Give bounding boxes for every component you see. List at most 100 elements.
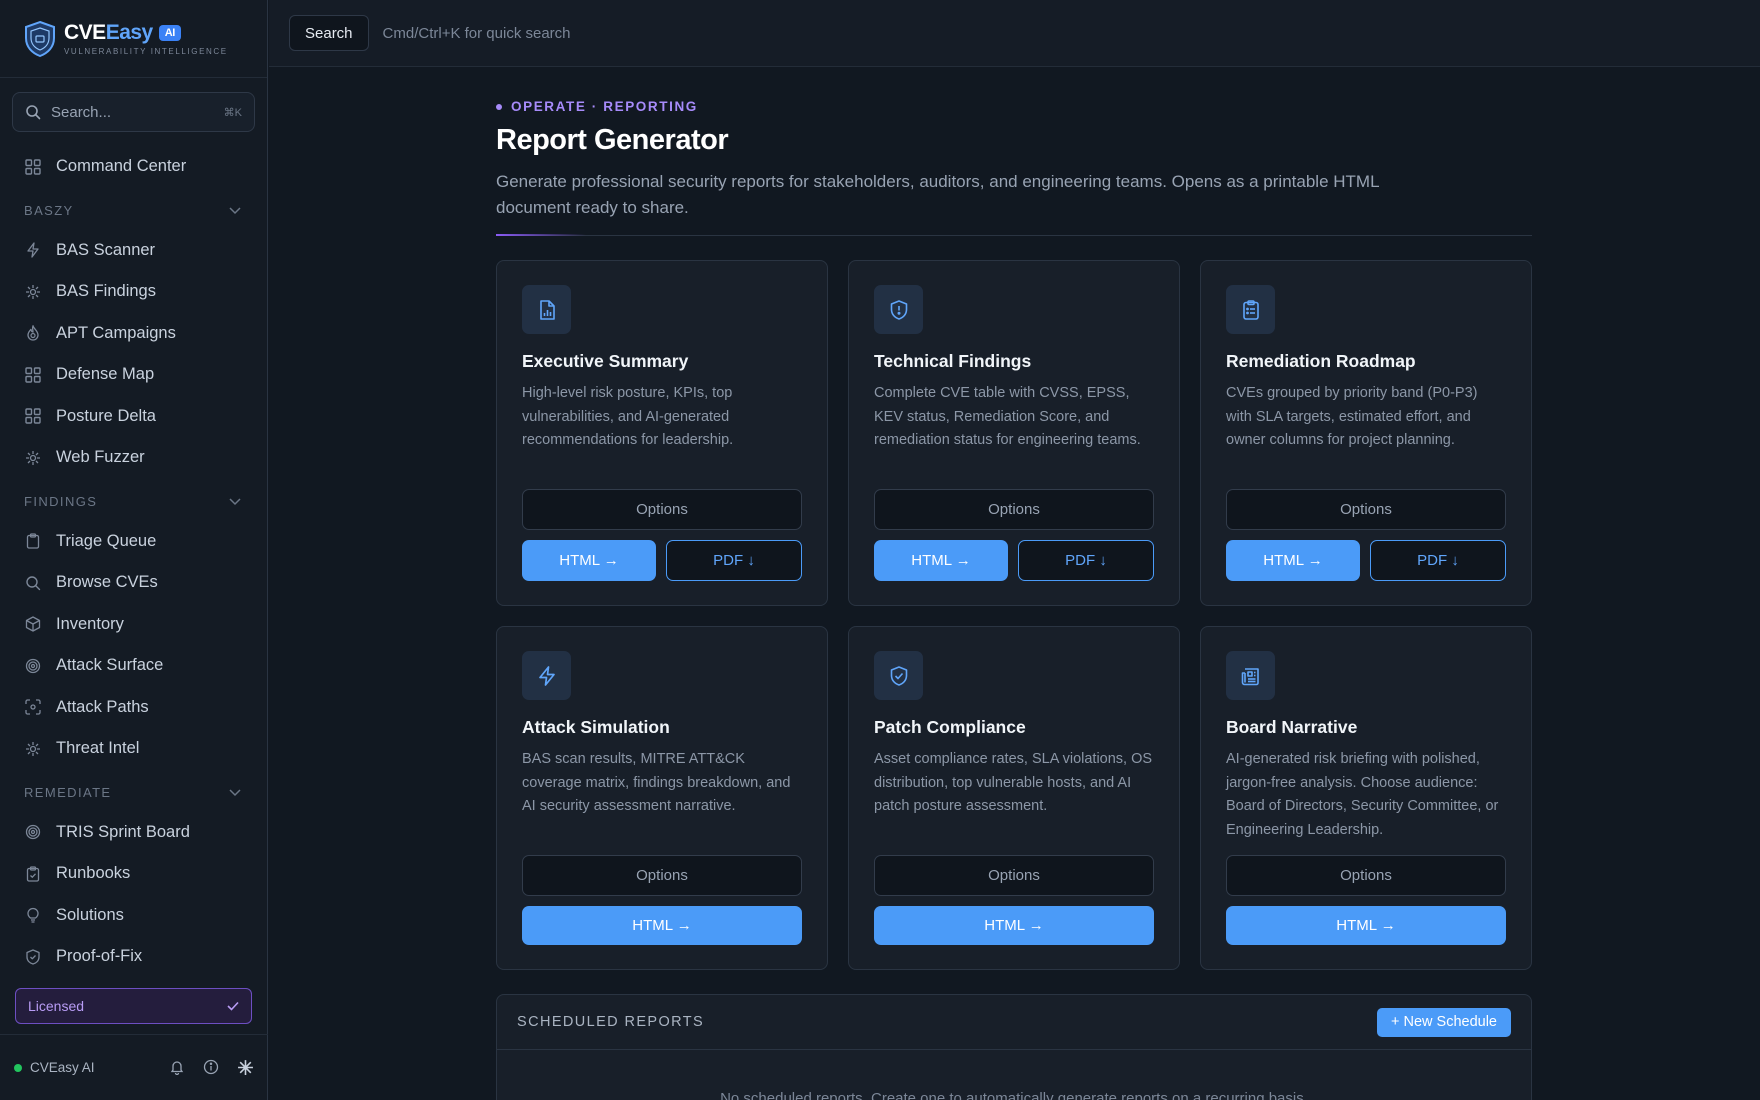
- main-content: OPERATE · REPORTING Report Generator Gen…: [496, 67, 1532, 1100]
- sidebar-item-label: Attack Paths: [56, 697, 149, 716]
- report-title: Board Narrative: [1226, 717, 1358, 737]
- report-description: High-level risk posture, KPIs, top vulne…: [522, 385, 734, 448]
- chevron-down-icon: [229, 788, 241, 797]
- sidebar-item-label: Defense Map: [56, 365, 155, 384]
- sidebar-item-label: Web Fuzzer: [56, 448, 145, 467]
- options-button[interactable]: Options: [522, 489, 802, 530]
- bell-icon[interactable]: [169, 1059, 185, 1076]
- report-description: AI-generated risk briefing with polished…: [1226, 751, 1499, 838]
- html-export-button[interactable]: HTML →: [522, 906, 802, 945]
- bug-icon: [24, 449, 42, 467]
- pdf-download-button[interactable]: PDF ↓: [1370, 540, 1506, 581]
- sidebar-item-defense-map[interactable]: Defense Map: [0, 354, 267, 396]
- header-divider: [496, 234, 1532, 236]
- html-export-button[interactable]: HTML →: [1226, 906, 1506, 945]
- grid-icon: [24, 366, 42, 384]
- report-card-remediation-roadmap: Remediation Roadmap CVEs grouped by prio…: [1200, 260, 1532, 606]
- report-title: Patch Compliance: [874, 717, 1026, 737]
- sidebar-item-label: Runbooks: [56, 864, 131, 883]
- sidebar-section-baszy[interactable]: BASZY: [0, 192, 267, 230]
- sidebar-item-web-fuzzer[interactable]: Web Fuzzer: [0, 437, 267, 479]
- sidebar-item-label: BAS Findings: [56, 282, 156, 301]
- sidebar-item-proof-of-fix[interactable]: Proof-of-Fix: [0, 936, 267, 978]
- sidebar-nav: Command Center BASZY BAS Scanner BAS Fin…: [0, 146, 267, 978]
- quick-search-hint: Cmd/Ctrl+K for quick search: [382, 24, 571, 42]
- chevron-down-icon: [229, 206, 241, 215]
- sidebar-item-bas-findings[interactable]: BAS Findings: [0, 271, 267, 313]
- sidebar-item-bas-scanner[interactable]: BAS Scanner: [0, 230, 267, 272]
- sidebar-item-posture-delta[interactable]: Posture Delta: [0, 396, 267, 438]
- sidebar-footer: CVEasy AI: [0, 1034, 268, 1100]
- sidebar-item-command-center[interactable]: Command Center: [0, 146, 267, 188]
- report-description: Complete CVE table with CVSS, EPSS, KEV …: [874, 385, 1141, 448]
- info-icon[interactable]: [203, 1059, 219, 1076]
- sidebar-item-label: APT Campaigns: [56, 323, 176, 342]
- eyebrow-text: OPERATE · REPORTING: [511, 99, 698, 114]
- ai-badge: AI: [158, 25, 181, 41]
- sidebar-item-runbooks[interactable]: Runbooks: [0, 853, 267, 895]
- html-export-button[interactable]: HTML →: [522, 540, 656, 581]
- report-card-executive-summary: Executive Summary High-level risk postur…: [496, 260, 828, 606]
- report-card-attack-simulation: Attack Simulation BAS scan results, MITR…: [496, 626, 828, 970]
- scan-icon: [24, 698, 42, 716]
- html-export-button[interactable]: HTML →: [1226, 540, 1360, 581]
- report-card-technical-findings: Technical Findings Complete CVE table wi…: [848, 260, 1180, 606]
- scheduled-empty-text: No scheduled reports. Create one to auto…: [720, 1090, 1308, 1100]
- sidebar-item-browse-cves[interactable]: Browse CVEs: [0, 562, 267, 604]
- report-title: Technical Findings: [874, 351, 1032, 371]
- newspaper-icon: [1226, 651, 1275, 700]
- search-icon: [25, 104, 41, 120]
- options-button[interactable]: Options: [874, 855, 1154, 896]
- options-button[interactable]: Options: [1226, 855, 1506, 896]
- pdf-download-button[interactable]: PDF ↓: [666, 540, 802, 581]
- sidebar-item-solutions[interactable]: Solutions: [0, 895, 267, 937]
- sidebar-item-attack-paths[interactable]: Attack Paths: [0, 687, 267, 729]
- bug-icon: [24, 283, 42, 301]
- brand[interactable]: CVE Easy AI VULNERABILITY INTELLIGENCE: [0, 0, 267, 78]
- sidebar-section-remediate[interactable]: REMEDIATE: [0, 774, 267, 812]
- options-button[interactable]: Options: [874, 489, 1154, 530]
- sidebar-section-findings[interactable]: FINDINGS: [0, 483, 267, 521]
- report-card-board-narrative: Board Narrative AI-generated risk briefi…: [1200, 626, 1532, 970]
- options-button[interactable]: Options: [522, 855, 802, 896]
- status-dot-icon: [14, 1063, 22, 1072]
- clipboard-check-icon: [24, 865, 42, 883]
- report-grid: Executive Summary High-level risk postur…: [496, 260, 1532, 970]
- search-icon: [24, 574, 42, 592]
- sidebar-item-apt-campaigns[interactable]: APT Campaigns: [0, 313, 267, 355]
- bolt-icon: [522, 651, 571, 700]
- license-status-badge[interactable]: Licensed: [15, 988, 252, 1024]
- theme-toggle-icon[interactable]: [237, 1059, 254, 1076]
- target-icon: [24, 823, 42, 841]
- report-description: Asset compliance rates, SLA violations, …: [874, 751, 1153, 814]
- grid-icon: [24, 407, 42, 425]
- sidebar-item-label: TRIS Sprint Board: [56, 822, 190, 841]
- page-title: Report Generator: [496, 124, 729, 156]
- bulb-icon: [24, 906, 42, 924]
- sidebar-search-input[interactable]: Search... ⌘K: [12, 92, 255, 132]
- bolt-icon: [24, 241, 42, 259]
- section-title: REMEDIATE: [24, 785, 112, 800]
- html-export-button[interactable]: HTML →: [874, 540, 1008, 581]
- bug-icon: [24, 740, 42, 758]
- sidebar-item-inventory[interactable]: Inventory: [0, 604, 267, 646]
- license-label: Licensed: [28, 998, 85, 1014]
- report-title: Executive Summary: [522, 351, 689, 371]
- pdf-download-button[interactable]: PDF ↓: [1018, 540, 1154, 581]
- clipboard-icon: [24, 532, 42, 550]
- footer-app-label: CVEasy AI: [30, 1060, 95, 1075]
- sidebar-item-tris-sprint-board[interactable]: TRIS Sprint Board: [0, 812, 267, 854]
- page-description: Generate professional security reports f…: [496, 172, 1379, 217]
- page-eyebrow: OPERATE · REPORTING: [496, 99, 1532, 114]
- sidebar-search-placeholder: Search...: [51, 103, 112, 121]
- section-title: BASZY: [24, 203, 74, 218]
- sidebar-item-threat-intel[interactable]: Threat Intel: [0, 728, 267, 770]
- search-button[interactable]: Search: [289, 15, 369, 51]
- options-button[interactable]: Options: [1226, 489, 1506, 530]
- new-schedule-button[interactable]: + New Schedule: [1377, 1007, 1511, 1037]
- report-title: Remediation Roadmap: [1226, 351, 1416, 371]
- sidebar-item-triage-queue[interactable]: Triage Queue: [0, 521, 267, 563]
- html-export-button[interactable]: HTML →: [874, 906, 1154, 945]
- sidebar-item-attack-surface[interactable]: Attack Surface: [0, 645, 267, 687]
- shield-check-icon: [874, 651, 923, 700]
